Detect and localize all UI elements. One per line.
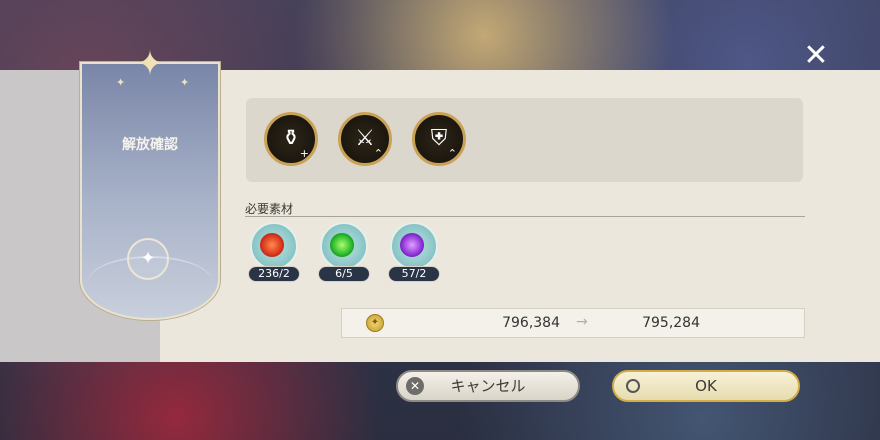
star-icon: ✦ <box>135 44 165 84</box>
cancel-button[interactable]: ✕ キャンセル <box>396 370 580 402</box>
ok-button[interactable]: OK <box>612 370 800 402</box>
close-button[interactable]: ✕ <box>802 41 830 71</box>
gold-coin-icon: ✦ <box>366 314 384 332</box>
star-emblem-icon: ✦ <box>127 238 169 280</box>
sword-icon[interactable]: ⚔ ⌃ <box>338 112 392 166</box>
gold-before: 796,384 <box>502 315 560 331</box>
divider <box>245 216 805 217</box>
cancel-label: キャンセル <box>450 377 526 395</box>
material-item[interactable]: 57/2 <box>388 222 440 282</box>
material-count: 57/2 <box>388 266 440 282</box>
arrow-right-icon: → <box>576 314 588 330</box>
skill-list: ⚱ + ⚔ ⌃ ⛨ ⌃ <box>246 98 803 182</box>
required-materials-label: 必要素材 <box>245 202 294 216</box>
material-count: 6/5 <box>318 266 370 282</box>
material-item[interactable]: 236/2 <box>248 222 300 282</box>
red-gem-icon <box>260 233 284 257</box>
sparkle-icon: ✦ <box>116 76 126 89</box>
ok-label: OK <box>695 377 717 395</box>
green-gem-icon <box>330 233 354 257</box>
gold-cost-bar: ✦ 796,384 → 795,284 <box>341 308 805 338</box>
sparkle-icon: ✦ <box>180 76 190 89</box>
material-count: 236/2 <box>248 266 300 282</box>
purple-gem-icon <box>400 233 424 257</box>
pot-icon[interactable]: ⚱ + <box>264 112 318 166</box>
gold-after: 795,284 <box>642 315 700 331</box>
shield-icon[interactable]: ⛨ ⌃ <box>412 112 466 166</box>
dialog-title: 解放確認 <box>122 137 178 153</box>
dialog-banner: ✦ ✦ ✦ 解放確認 ✦ <box>80 46 220 320</box>
material-item[interactable]: 6/5 <box>318 222 370 282</box>
